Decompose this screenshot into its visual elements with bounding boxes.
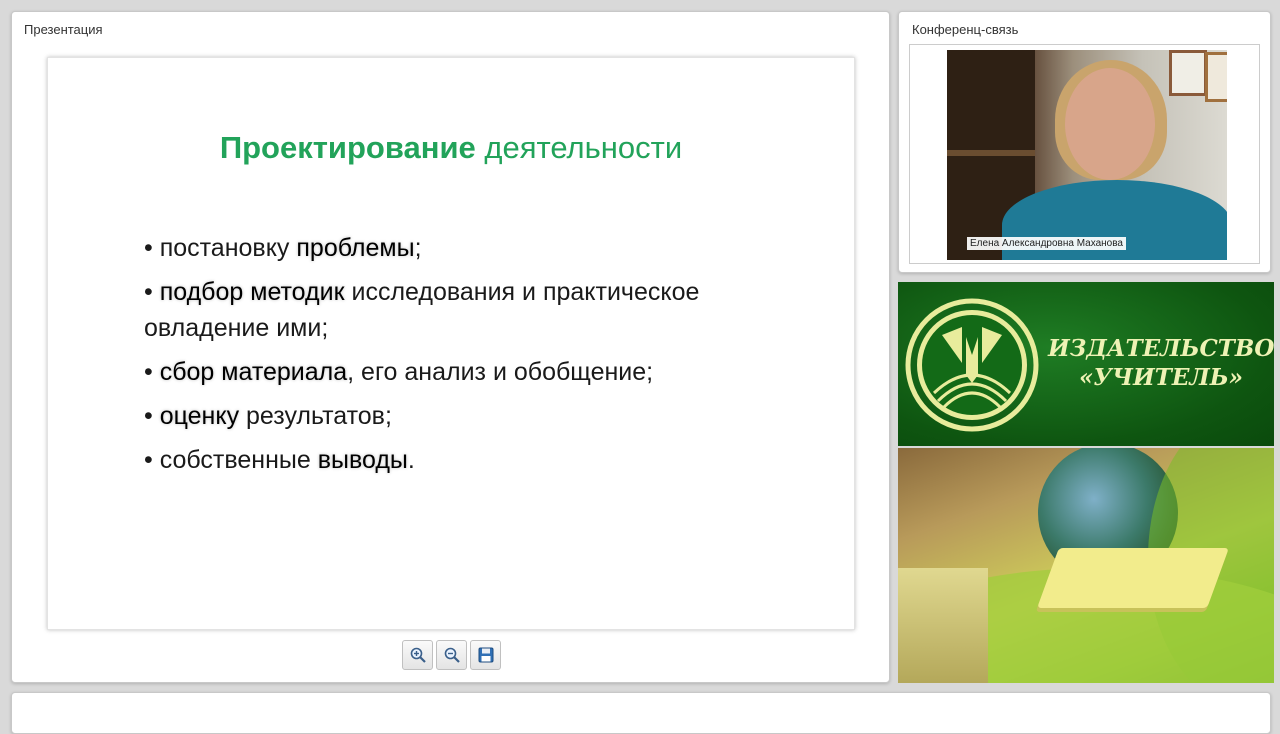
presentation-slide: Проектирование деятельности • постановку… bbox=[47, 57, 855, 630]
publisher-logo-icon bbox=[905, 298, 1039, 432]
zoom-in-button[interactable] bbox=[402, 640, 433, 670]
bullet-highlight: сбор материала bbox=[159, 358, 348, 386]
slide-bullet-list: • постановку проблемы; • подбор методик … bbox=[144, 230, 804, 486]
zoom-out-icon bbox=[444, 647, 460, 663]
bullet-text: • bbox=[144, 402, 160, 430]
bullet-highlight: проблемы bbox=[296, 234, 415, 262]
publisher-name-line1: ИЗДАТЕЛЬСТВО bbox=[1048, 335, 1274, 362]
publisher-banner-image bbox=[898, 448, 1274, 683]
bullet-text: , его анализ и обобщение; bbox=[347, 358, 654, 386]
book-stack-illustration bbox=[898, 568, 988, 683]
slide-title: Проектирование деятельности bbox=[48, 130, 854, 166]
slide-title-bold: Проектирование bbox=[219, 130, 476, 165]
webcam-video[interactable] bbox=[947, 50, 1227, 260]
publisher-name: ИЗДАТЕЛЬСТВО «УЧИТЕЛЬ» bbox=[1048, 334, 1274, 392]
publisher-banner: ИЗДАТЕЛЬСТВО «УЧИТЕЛЬ» bbox=[898, 282, 1274, 683]
zoom-out-button[interactable] bbox=[436, 640, 467, 670]
presentation-panel: Презентация Проектирование деятельности … bbox=[11, 11, 890, 683]
bullet-item: • постановку проблемы; bbox=[144, 230, 804, 266]
slide-title-rest: деятельности bbox=[475, 130, 683, 165]
zoom-in-icon bbox=[410, 647, 426, 663]
presentation-toolbar bbox=[402, 640, 501, 670]
bullet-item: • сбор материала, его анализ и обобщение… bbox=[144, 354, 804, 390]
save-button[interactable] bbox=[470, 640, 501, 670]
bullet-text: • постановку bbox=[144, 234, 297, 262]
bullet-text: ; bbox=[414, 234, 422, 262]
bullet-text: результатов; bbox=[239, 402, 392, 430]
publisher-banner-top: ИЗДАТЕЛЬСТВО «УЧИТЕЛЬ» bbox=[898, 282, 1274, 446]
bullet-item: • оценку результатов; bbox=[144, 398, 804, 434]
caller-name-label: Елена Александровна Маханова bbox=[967, 237, 1126, 250]
conference-panel: Конференц-связь Елена Александровна Маха… bbox=[898, 11, 1271, 273]
bullet-highlight: подбор методик bbox=[159, 278, 345, 306]
open-book-illustration bbox=[1037, 548, 1229, 608]
bullet-text: • bbox=[144, 278, 160, 306]
bottom-panel bbox=[11, 692, 1271, 734]
bullet-highlight: выводы bbox=[317, 446, 408, 474]
presentation-panel-title: Презентация bbox=[24, 22, 103, 37]
video-frame: Елена Александровна Маханова bbox=[909, 44, 1260, 264]
bullet-text: • bbox=[144, 358, 160, 386]
bullet-item: • подбор методик исследования и практиче… bbox=[144, 274, 804, 346]
bullet-text: . bbox=[407, 446, 415, 474]
bullet-text: • собственные bbox=[144, 446, 318, 474]
publisher-name-line2: «УЧИТЕЛЬ» bbox=[1078, 364, 1244, 391]
bullet-item: • собственные выводы. bbox=[144, 442, 804, 478]
conference-panel-title: Конференц-связь bbox=[912, 22, 1019, 37]
floppy-disk-icon bbox=[478, 647, 493, 663]
bullet-highlight: оценку bbox=[159, 402, 240, 430]
